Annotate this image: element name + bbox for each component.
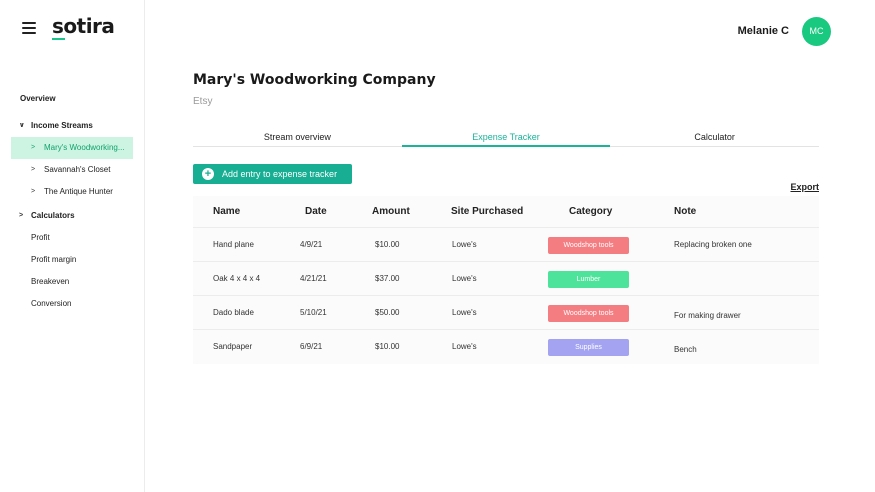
category-badge: Woodshop tools [548, 237, 629, 254]
logo-underline [52, 38, 65, 40]
sidebar: sotira Overview ∨ Income Streams > Mary'… [0, 0, 145, 492]
category-badge: Woodshop tools [548, 305, 629, 322]
sidebar-item-overview[interactable]: Overview [0, 88, 145, 110]
export-link[interactable]: Export [790, 182, 819, 192]
avatar[interactable]: MC [802, 17, 831, 46]
cell-date: 5/10/21 [300, 308, 327, 317]
chevron-down-icon: ∨ [19, 122, 25, 129]
sidebar-item-income-streams[interactable]: ∨ Income Streams [0, 115, 145, 137]
column-header-note[interactable]: Note [674, 196, 696, 228]
expense-table: Name Date Amount Site Purchased Category… [193, 196, 819, 364]
cell-note: Replacing broken one [674, 240, 752, 249]
chevron-right-icon: > [31, 188, 36, 195]
column-header-date[interactable]: Date [305, 196, 327, 228]
column-header-name[interactable]: Name [213, 196, 240, 228]
column-header-site[interactable]: Site Purchased [451, 196, 523, 228]
cell-name: Hand plane [213, 240, 254, 249]
table-row[interactable]: Sandpaper 6/9/21 $10.00 Lowe's Supplies … [193, 330, 819, 364]
cell-name: Sandpaper [213, 342, 253, 351]
column-header-category[interactable]: Category [569, 196, 612, 228]
chevron-right-icon: > [31, 144, 36, 151]
sidebar-item-marys-woodworking[interactable]: > Mary's Woodworking... [11, 137, 133, 159]
cell-date: 4/9/21 [300, 240, 323, 249]
table-row[interactable]: Hand plane 4/9/21 $10.00 Lowe's Woodshop… [193, 228, 819, 262]
column-header-amount[interactable]: Amount [372, 196, 410, 228]
logo: sotira [52, 14, 115, 38]
tab-calculator[interactable]: Calculator [610, 129, 819, 146]
sidebar-item-conversion[interactable]: Conversion [0, 293, 145, 315]
sidebar-item-calculators[interactable]: > Calculators [0, 205, 145, 227]
sidebar-item-savannahs-closet[interactable]: > Savannah's Closet [0, 159, 145, 181]
add-entry-button[interactable]: + Add entry to expense tracker [193, 164, 352, 184]
cell-amount: $10.00 [375, 240, 400, 249]
sidebar-item-profit[interactable]: Profit [0, 227, 145, 249]
chevron-right-icon: > [19, 212, 24, 219]
table-header: Name Date Amount Site Purchased Category… [193, 196, 819, 228]
cell-site: Lowe's [452, 274, 477, 283]
sidebar-item-antique-hunter[interactable]: > The Antique Hunter [0, 181, 145, 203]
sidebar-nav: Overview ∨ Income Streams > Mary's Woodw… [0, 88, 145, 315]
tab-bar: Stream overview Expense Tracker Calculat… [193, 129, 819, 147]
user-name[interactable]: Melanie C [738, 25, 789, 37]
cell-amount: $10.00 [375, 342, 400, 351]
tab-expense-tracker[interactable]: Expense Tracker [401, 129, 611, 147]
page-subtitle: Etsy [193, 96, 213, 107]
cell-amount: $50.00 [375, 308, 400, 317]
cell-site: Lowe's [452, 240, 477, 249]
cell-note: Bench [674, 345, 697, 354]
cell-site: Lowe's [452, 308, 477, 317]
plus-circle-icon: + [202, 168, 214, 180]
table-row[interactable]: Dado blade 5/10/21 $50.00 Lowe's Woodsho… [193, 296, 819, 330]
tab-stream-overview[interactable]: Stream overview [193, 129, 402, 146]
sidebar-item-profit-margin[interactable]: Profit margin [0, 249, 145, 271]
cell-name: Oak 4 x 4 x 4 [213, 274, 261, 283]
cell-note: For making drawer [674, 311, 741, 320]
category-badge: Supplies [548, 339, 629, 356]
chevron-right-icon: > [31, 166, 36, 173]
hamburger-menu-icon[interactable] [22, 22, 36, 34]
sidebar-item-breakeven[interactable]: Breakeven [0, 271, 145, 293]
page-title: Mary's Woodworking Company [193, 72, 436, 88]
category-badge: Lumber [548, 271, 629, 288]
table-row[interactable]: Oak 4 x 4 x 4 4/21/21 $37.00 Lowe's Lumb… [193, 262, 819, 296]
cell-site: Lowe's [452, 342, 477, 351]
cell-date: 4/21/21 [300, 274, 327, 283]
cell-amount: $37.00 [375, 274, 400, 283]
cell-name: Dado blade [213, 308, 254, 317]
cell-date: 6/9/21 [300, 342, 323, 351]
